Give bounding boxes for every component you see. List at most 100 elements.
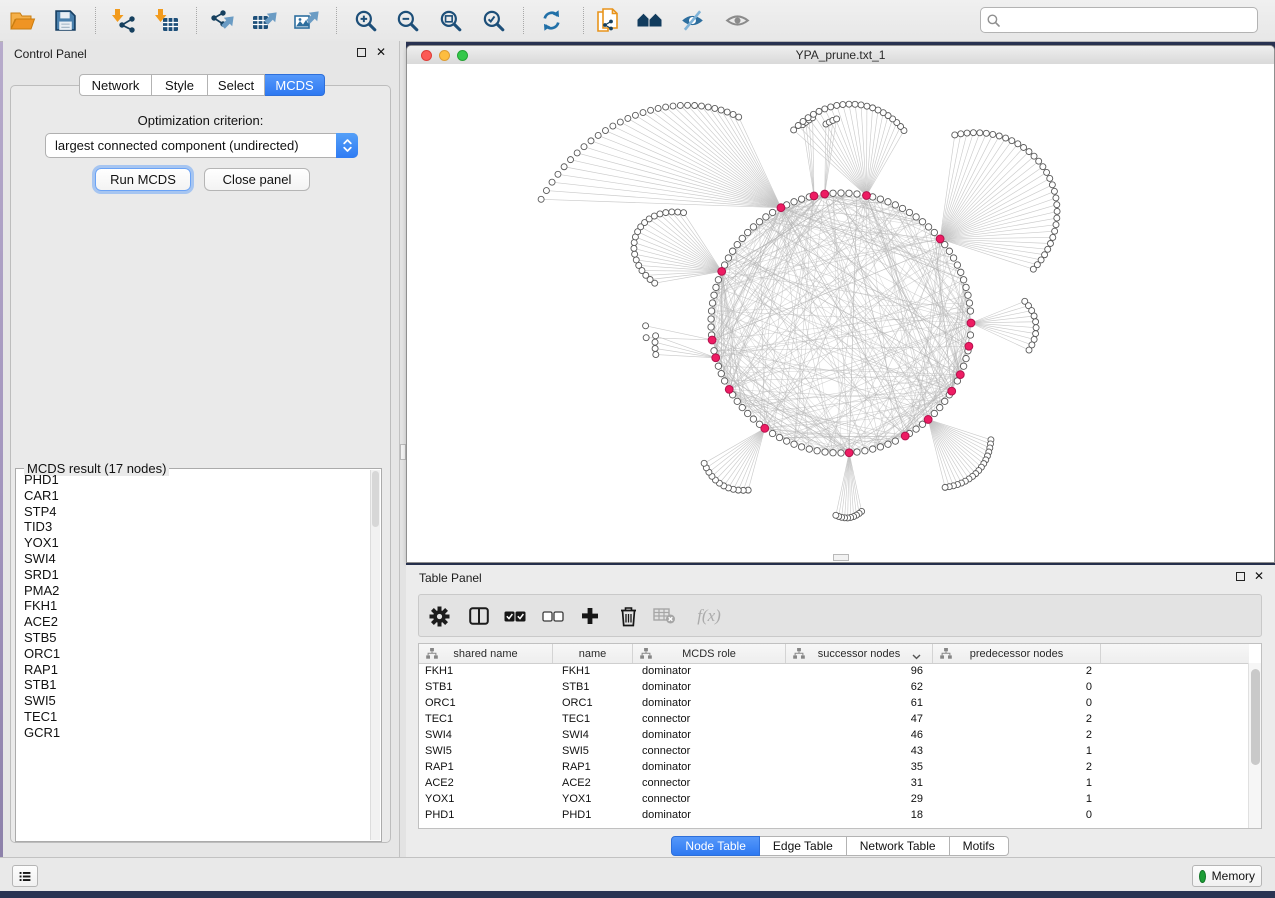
column-header-shared-name[interactable]: shared name xyxy=(419,644,553,663)
scrollbar-thumb[interactable] xyxy=(372,471,379,527)
table-scrollbar-thumb[interactable] xyxy=(1251,669,1260,765)
table-row[interactable]: TEC1TEC1connector472 xyxy=(419,711,1249,727)
select-all-button[interactable] xyxy=(500,602,530,630)
mcds-result-item[interactable]: STP4 xyxy=(17,504,371,520)
cell-shared-name: SWI5 xyxy=(419,745,553,757)
mcds-result-item[interactable]: PHD1 xyxy=(17,472,371,488)
column-header-label: name xyxy=(579,648,607,660)
save-session-button[interactable] xyxy=(48,4,82,37)
column-header-MCDS-role[interactable]: MCDS role xyxy=(633,644,786,663)
table-mode-button[interactable] xyxy=(12,865,38,887)
table-row[interactable]: PHD1PHD1dominator180 xyxy=(419,807,1249,823)
tab-network[interactable]: Network xyxy=(79,74,152,96)
tab-style[interactable]: Style xyxy=(152,74,208,96)
deselect-all-button[interactable] xyxy=(538,602,568,630)
home-button[interactable] xyxy=(632,4,666,37)
import-network-button[interactable] xyxy=(106,4,140,37)
mcds-result-item[interactable]: PMA2 xyxy=(17,583,371,599)
control-panel-title: Control Panel xyxy=(14,47,87,61)
zoom-selected-button[interactable] xyxy=(476,4,510,37)
refresh-layout-button[interactable] xyxy=(534,4,568,37)
zoom-fit-button[interactable] xyxy=(433,4,467,37)
cell-name: SWI5 xyxy=(553,745,633,757)
share-document-button[interactable] xyxy=(590,4,624,37)
zoom-in-button[interactable] xyxy=(348,4,382,37)
delete-table-button-disabled xyxy=(649,602,679,630)
mcds-result-item[interactable]: TID3 xyxy=(17,519,371,535)
horizontal-splitter-handle[interactable] xyxy=(833,554,849,561)
hide-graphics-button[interactable] xyxy=(675,4,709,37)
table-row[interactable]: FKH1FKH1dominator962 xyxy=(419,663,1249,679)
mcds-result-item[interactable]: ORC1 xyxy=(17,646,371,662)
close-table-panel-icon[interactable]: ✕ xyxy=(1254,569,1264,583)
column-header-successor-nodes[interactable]: successor nodes xyxy=(786,644,933,663)
network-edges xyxy=(541,104,1057,518)
mcds-result-item[interactable]: GCR1 xyxy=(17,725,371,741)
table-row[interactable]: STB1STB1dominator620 xyxy=(419,679,1249,695)
export-network-button[interactable] xyxy=(205,4,239,37)
float-table-panel-icon[interactable] xyxy=(1236,572,1245,581)
mcds-result-item[interactable]: STB5 xyxy=(17,630,371,646)
show-graphics-button[interactable] xyxy=(720,4,754,37)
column-type-icon xyxy=(940,648,952,659)
checked-boxes-icon xyxy=(504,611,526,622)
split-table-view-button[interactable] xyxy=(464,602,494,630)
network-canvas[interactable] xyxy=(407,64,1274,562)
float-panel-icon[interactable] xyxy=(357,48,366,57)
tab-select[interactable]: Select xyxy=(208,74,265,96)
mcds-result-item[interactable]: CAR1 xyxy=(17,488,371,504)
table-row[interactable]: SWI4SWI4dominator462 xyxy=(419,727,1249,743)
zoom-in-icon xyxy=(354,9,377,32)
memory-button[interactable]: Memory xyxy=(1192,865,1262,887)
search-input[interactable] xyxy=(1005,12,1251,28)
table-row[interactable]: SWI5SWI5connector431 xyxy=(419,743,1249,759)
table-row[interactable]: RAP1RAP1dominator352 xyxy=(419,759,1249,775)
import-table-icon xyxy=(153,8,180,33)
mcds-result-item[interactable]: SWI5 xyxy=(17,693,371,709)
result-list-scrollbar[interactable] xyxy=(370,470,380,840)
table-tab-motifs[interactable]: Motifs xyxy=(950,836,1009,856)
table-tab-node-table[interactable]: Node Table xyxy=(671,836,760,856)
export-network-icon xyxy=(209,8,236,33)
run-mcds-button[interactable]: Run MCDS xyxy=(95,168,191,191)
cell-successor-nodes: 47 xyxy=(786,713,933,725)
mcds-result-item[interactable]: ACE2 xyxy=(17,614,371,630)
import-table-button[interactable] xyxy=(149,4,183,37)
optimization-criterion-dropdown[interactable]: largest connected component (undirected) xyxy=(45,133,358,158)
mcds-result-item[interactable]: STB1 xyxy=(17,677,371,693)
table-row[interactable]: ORC1ORC1dominator610 xyxy=(419,695,1249,711)
column-header-name[interactable]: name xyxy=(553,644,633,663)
mcds-result-item[interactable]: SWI4 xyxy=(17,551,371,567)
export-table-button[interactable] xyxy=(247,4,281,37)
mcds-result-item[interactable]: FKH1 xyxy=(17,598,371,614)
table-row[interactable]: YOX1YOX1connector291 xyxy=(419,791,1249,807)
delete-column-button[interactable] xyxy=(613,602,643,630)
cell-MCDS-role: dominator xyxy=(633,809,786,821)
close-panel-icon[interactable]: ✕ xyxy=(376,45,386,59)
table-settings-button[interactable] xyxy=(424,602,454,630)
zoom-out-button[interactable] xyxy=(390,4,424,37)
mcds-result-item[interactable]: RAP1 xyxy=(17,662,371,678)
search-field[interactable] xyxy=(980,7,1258,33)
gear-icon xyxy=(429,606,450,627)
network-graph[interactable] xyxy=(407,64,1275,561)
cell-predecessor-nodes: 0 xyxy=(933,697,1101,709)
cell-MCDS-role: dominator xyxy=(633,665,786,677)
column-header-predecessor-nodes[interactable]: predecessor nodes xyxy=(933,644,1101,663)
cell-shared-name: RAP1 xyxy=(419,761,553,773)
network-ring-nodes xyxy=(538,101,1060,521)
tab-mcds[interactable]: MCDS xyxy=(265,74,325,96)
table-tab-network-table[interactable]: Network Table xyxy=(847,836,950,856)
table-tab-edge-table[interactable]: Edge Table xyxy=(760,836,847,856)
mcds-result-item[interactable]: TEC1 xyxy=(17,709,371,725)
export-image-button[interactable] xyxy=(289,4,323,37)
close-panel-button[interactable]: Close panel xyxy=(204,168,310,191)
table-row[interactable]: ACE2ACE2connector311 xyxy=(419,775,1249,791)
add-column-button[interactable] xyxy=(575,602,605,630)
open-file-button[interactable] xyxy=(5,4,39,37)
cell-shared-name: YOX1 xyxy=(419,793,553,805)
network-window-titlebar[interactable]: YPA_prune.txt_1 xyxy=(407,46,1274,65)
mcds-result-item[interactable]: SRD1 xyxy=(17,567,371,583)
mcds-result-item[interactable]: YOX1 xyxy=(17,535,371,551)
table-scrollbar[interactable] xyxy=(1248,663,1261,828)
